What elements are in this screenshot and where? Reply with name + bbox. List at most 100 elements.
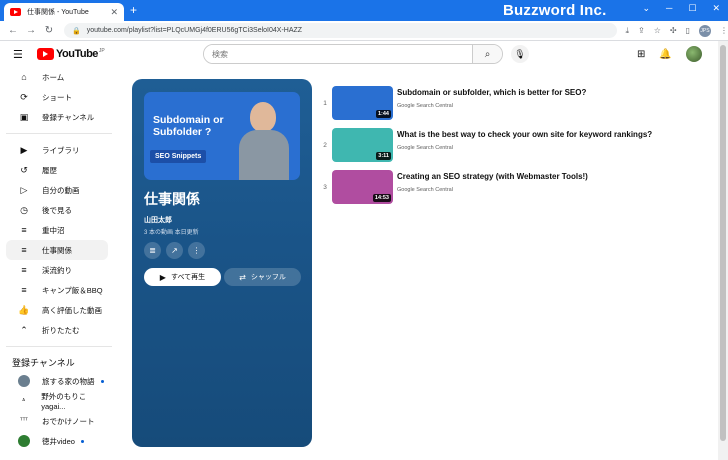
address-bar-icons: ⤓ ⇪ ☆ ✣ ▯ JPS ⋮	[625, 24, 728, 37]
video-duration: 1:44	[375, 110, 391, 118]
sidebar-divider	[6, 346, 112, 347]
subscription-item[interactable]: ᵀᵀᵀ おでかけノート	[6, 411, 108, 431]
sidebar-item[interactable]: ↺ 履歴	[6, 160, 108, 180]
shorts-icon: ⟳	[20, 91, 28, 102]
close-window-icon[interactable]: ✕	[712, 3, 720, 14]
search-button[interactable]: ⌕	[472, 45, 502, 63]
sidebar-item[interactable]: ≡ 渓流釣り	[6, 260, 108, 280]
sidebar-item[interactable]: ⟳ ショート	[6, 87, 108, 107]
bookmark-star-icon[interactable]: ☆	[654, 26, 661, 35]
watch-later-icon: ◷	[20, 204, 28, 215]
sidebar-item[interactable]: ⌂ ホーム	[6, 67, 108, 87]
video-channel[interactable]: Google Search Central	[397, 145, 652, 151]
shuffle-label: シャッフル	[250, 274, 286, 281]
channel-avatar	[18, 435, 30, 447]
create-video-icon[interactable]: ⊞	[637, 49, 645, 60]
close-tab-icon[interactable]: ✕	[110, 7, 118, 18]
new-content-dot	[80, 439, 84, 443]
tab-search-icon[interactable]: ⌄	[642, 3, 650, 14]
new-tab-icon[interactable]: +	[130, 3, 137, 17]
forward-icon[interactable]: →	[26, 25, 36, 36]
shuffle-button[interactable]: ⇄ シャッフル	[224, 268, 301, 286]
thumbnail-tag: SEO Snippets	[150, 150, 207, 163]
back-icon[interactable]: ←	[8, 25, 18, 36]
video-title[interactable]: Creating an SEO strategy (with Webmaster…	[397, 172, 588, 181]
subscription-item[interactable]: ᐞ 野外のもりこ yagai...	[6, 391, 108, 411]
reload-icon[interactable]: ↻	[44, 25, 54, 36]
url-field[interactable]: 🔒 youtube.com/playlist?list=PLQcUMGj4f0E…	[64, 23, 618, 38]
sidebar-item-label: ショート	[42, 92, 72, 102]
logo-text: YouTube	[56, 48, 98, 60]
page-scrollbar[interactable]	[718, 41, 728, 460]
sidebar-item-label: 重中沼	[42, 225, 65, 235]
sidebar-item[interactable]: ▶ ライブラリ	[6, 140, 108, 160]
youtube-logo[interactable]: YouTube JP	[37, 48, 105, 60]
video-info: What is the best way to check your own s…	[397, 128, 652, 170]
sidebar-item[interactable]: ▷ 自分の動画	[6, 180, 108, 200]
channel-name: おでかけノート	[42, 416, 95, 426]
account-avatar[interactable]	[685, 46, 702, 62]
extensions-icon[interactable]: ✣	[670, 26, 677, 35]
video-channel[interactable]: Google Search Central	[397, 187, 588, 193]
playlist-video-row[interactable]: 3 14:53 Creating an SEO strategy (with Web…	[320, 170, 700, 212]
search-input[interactable]	[204, 45, 472, 63]
maximize-icon[interactable]: ☐	[688, 3, 696, 14]
playlist-video-row[interactable]: 1 1:44 Subdomain or subfolder, which is be…	[320, 86, 700, 128]
playlist-icon: ≡	[21, 225, 27, 235]
like-icon: 👍	[18, 304, 30, 315]
channel-name: 野外のもりこ yagai...	[41, 392, 87, 411]
youtube-favicon-icon	[10, 8, 21, 16]
share-playlist-icon[interactable]: ↗	[166, 242, 183, 259]
video-thumbnail[interactable]: 1:44	[332, 86, 393, 120]
subscription-item[interactable]: 旅する家の物語	[6, 371, 108, 391]
video-index: 1	[323, 100, 327, 107]
channel-name: 徳井video	[42, 436, 75, 446]
more-options-icon[interactable]: ⋮	[188, 242, 205, 259]
video-channel[interactable]: Google Search Central	[397, 103, 586, 109]
voice-search-icon[interactable]: 🎙	[511, 45, 529, 63]
playlist-owner[interactable]: 山田太郎	[144, 215, 172, 225]
playlist-video-row[interactable]: 2 3:11 What is the best way to check your …	[320, 128, 700, 170]
playlist-thumbnail[interactable]: Subdomain or Subfolder ? SEO Snippets	[144, 92, 300, 180]
video-title[interactable]: What is the best way to check your own s…	[397, 130, 652, 139]
notifications-bell-icon[interactable]: 🔔	[659, 49, 671, 60]
sidebar-item[interactable]: ▣ 登録チャンネル	[6, 107, 108, 127]
playlist-title: 仕事関係	[144, 191, 200, 207]
playlist-meta: 3 本の動画 本日更新	[144, 230, 199, 236]
sidebar-item-label: 高く評価した動画	[42, 305, 102, 315]
lock-icon[interactable]: 🔒	[72, 27, 81, 35]
sidebar-item[interactable]: 👍 高く評価した動画	[6, 300, 108, 320]
browser-menu-icon[interactable]: ⋮	[720, 26, 728, 35]
sidebar-item-label: 自分の動画	[42, 185, 80, 195]
sidebar-item[interactable]: ◷ 後で見る	[6, 200, 108, 220]
header-actions: ⊞ 🔔	[637, 46, 702, 62]
save-playlist-icon[interactable]: ≣	[144, 242, 161, 259]
sidebar-item[interactable]: ⌃ 折りたたむ	[6, 320, 108, 340]
video-thumbnail[interactable]: 3:11	[332, 128, 393, 162]
play-all-button[interactable]: ▶ すべて再生	[144, 268, 221, 286]
video-index: 2	[323, 142, 327, 149]
video-thumbnail[interactable]: 14:53	[332, 170, 393, 204]
window-controls: ⌄ ─ ☐ ✕	[642, 3, 720, 14]
sidebar-item[interactable]: ≡ キャンプ飯＆BBQ	[6, 280, 108, 300]
profile-avatar[interactable]: JPS	[699, 24, 711, 37]
channel-avatar	[18, 375, 30, 387]
search-box: ⌕	[203, 44, 503, 64]
minimize-icon[interactable]: ─	[666, 3, 672, 14]
home-icon: ⌂	[21, 72, 27, 82]
sidebar-item[interactable]: ≡ 仕事関係	[6, 240, 108, 260]
subscription-item[interactable]: 徳井video	[6, 431, 108, 451]
sidebar-item-label: 後で見る	[42, 205, 72, 215]
hamburger-menu-icon[interactable]: ☰	[13, 48, 25, 61]
youtube-header: ☰ YouTube JP ⌕ 🎙 ⊞ 🔔	[0, 41, 718, 67]
install-icon[interactable]: ⤓	[625, 26, 629, 36]
video-title[interactable]: Subdomain or subfolder, which is better …	[397, 88, 586, 97]
scrollbar-thumb[interactable]	[720, 45, 726, 441]
brand-watermark: Buzzword Inc.	[503, 2, 607, 19]
share-icon[interactable]: ⇪	[638, 26, 645, 35]
sidebar-item[interactable]: ≡ 重中沼	[6, 220, 108, 240]
side-panel-icon[interactable]: ▯	[686, 26, 690, 35]
subscriptions-icon: ▣	[19, 111, 29, 122]
browser-tab[interactable]: 仕事関係 - YouTube ✕	[4, 3, 124, 21]
sidebar-divider	[6, 133, 112, 134]
